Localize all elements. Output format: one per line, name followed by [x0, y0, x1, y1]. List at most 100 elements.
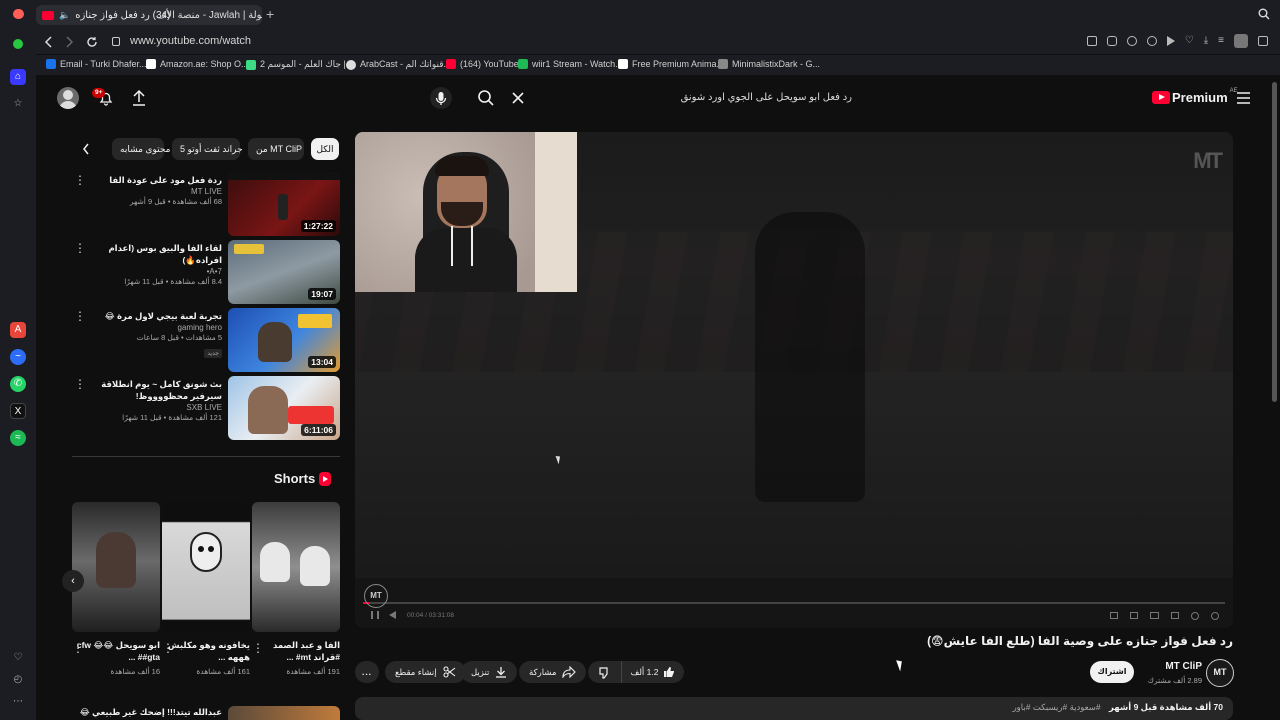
app-launcher-icon[interactable]: A [10, 322, 26, 338]
video-thumbnail[interactable]: 1:27:22 [228, 172, 340, 236]
download-button[interactable]: تنزيل [461, 661, 518, 683]
fullscreen-icon[interactable] [1171, 612, 1179, 619]
bookmark-item[interactable]: Free Premium Anima... [618, 59, 724, 69]
download-icon[interactable]: ⤓ [1204, 36, 1208, 48]
description-box[interactable]: 70 ألف مشاهدة قبل 9 أشهر #سعودية #ريسبكت… [355, 697, 1233, 720]
short-title[interactable]: يخافونه وهو مكلبش هههه ... [162, 639, 250, 663]
bookmark-item[interactable]: wiir1 Stream - Watch... [518, 59, 623, 69]
theater-mode-icon[interactable] [1150, 612, 1159, 619]
bookmark-item[interactable]: Amazon.ae: Shop O... [146, 59, 249, 69]
settings-icon[interactable] [1211, 612, 1219, 620]
short-thumbnail[interactable] [252, 502, 340, 632]
more-actions-icon[interactable]: ⋮ [74, 174, 86, 186]
short-thumbnail[interactable] [162, 502, 250, 632]
progress-bar[interactable] [363, 602, 1225, 604]
account-avatar[interactable] [57, 87, 79, 109]
subscribe-button[interactable]: اشتراك [1090, 661, 1134, 683]
bookmark-item[interactable]: جاك العلم - الموسم 2 |... [246, 59, 353, 70]
whatsapp-icon[interactable]: ✆ [10, 376, 26, 392]
next-recommendation-thumbnail[interactable] [228, 706, 340, 720]
speaker-icon[interactable]: 🔈 [59, 10, 70, 21]
search-input[interactable]: رد فعل ابو سويحل على الجوي اورد شونق [526, 86, 862, 110]
like-button[interactable]: 1.2 ألف [622, 661, 684, 683]
chip-gta5[interactable]: جراند ثفت أوتو 5 [172, 138, 243, 160]
bookmark-item[interactable]: MinimalistixDark - G... [718, 59, 820, 69]
video-thumbnail[interactable]: 6:11:06 [228, 376, 340, 440]
short-title[interactable]: ابو سويحل 😂😂 cfw #gta# ... [72, 639, 160, 663]
new-tab-icon[interactable]: + [266, 7, 280, 21]
channel-avatar[interactable]: MT [1206, 659, 1234, 687]
bookmark-item[interactable]: Email - Turki Dhafer... [46, 59, 147, 69]
next-recommendation-peek[interactable]: عبدالله تيتد!!! إضحك غير طبيعي 😂 [72, 704, 340, 720]
star-icon[interactable]: ☆ [10, 96, 26, 112]
clip-button[interactable]: إنشاء مقطع [385, 661, 466, 683]
tab-search-icon[interactable] [1258, 8, 1270, 20]
recommendation-channel[interactable]: A•7• [82, 267, 222, 276]
video-thumbnail[interactable]: 13:04 [228, 308, 340, 372]
more-icon[interactable]: ⋯ [10, 694, 26, 710]
play-icon[interactable] [1166, 36, 1175, 46]
history-icon[interactable]: ◴ [10, 672, 26, 688]
more-actions-icon[interactable]: ⋮ [252, 641, 264, 655]
more-actions-icon[interactable]: ⋮ [74, 378, 86, 390]
voice-search-icon[interactable] [430, 87, 452, 109]
description-hashtags[interactable]: #سعودية #ريسبكت #باور [1013, 702, 1101, 712]
more-actions-icon[interactable]: ⋮ [74, 310, 86, 322]
chip-similar[interactable]: محتوى مشابه [112, 138, 170, 160]
upload-icon[interactable] [132, 90, 146, 106]
zoom-window-dot[interactable] [13, 39, 23, 49]
menu-icon[interactable]: ≡ [1218, 36, 1224, 48]
more-actions-icon[interactable]: ⋮ [162, 641, 174, 655]
search-button-icon[interactable] [477, 89, 495, 107]
close-window-dot[interactable] [13, 9, 23, 19]
guide-menu-icon[interactable] [1237, 92, 1250, 104]
extension-icon[interactable] [1126, 36, 1137, 46]
shield-icon[interactable] [1146, 36, 1157, 46]
video-frame[interactable]: MT [355, 132, 1233, 578]
back-icon[interactable] [44, 36, 54, 48]
dislike-button[interactable] [588, 661, 622, 683]
recommendation-channel[interactable]: SXB LIVE [82, 403, 222, 412]
shorts-previous-button[interactable]: ‹ [62, 570, 84, 592]
video-thumbnail[interactable]: 19:07 [228, 240, 340, 304]
spotify-icon[interactable]: ≈ [10, 430, 26, 446]
chip-all[interactable]: الكل [311, 138, 339, 160]
x-icon[interactable]: X [10, 403, 26, 419]
miniplayer-icon[interactable] [1110, 612, 1118, 619]
page-scrollbar[interactable] [1268, 76, 1280, 720]
channel-name[interactable]: MT CliP [1165, 661, 1202, 672]
channel-watermark[interactable]: MT [1193, 148, 1223, 174]
cast-icon[interactable] [1130, 612, 1138, 619]
profile-avatar-icon[interactable] [1234, 34, 1248, 48]
share-page-icon[interactable] [1086, 36, 1097, 46]
lock-icon[interactable] [112, 37, 120, 46]
recommendation-item[interactable]: 19:07 لقاء الفا والبيق بوس (اعدام افراده… [70, 240, 340, 304]
autoplay-icon[interactable] [1191, 612, 1199, 620]
short-thumbnail[interactable] [72, 502, 160, 632]
recommendation-item[interactable]: 6:11:06 بث شونق كامل ~ يوم انطلاقة سيرفي… [70, 376, 340, 440]
bookmark-item[interactable]: ArabCast - قنواتك الم... [346, 59, 451, 70]
favorite-icon[interactable]: ♡ [1185, 36, 1194, 48]
clear-search-icon[interactable] [512, 92, 524, 104]
scrollbar-thumb[interactable] [1272, 82, 1277, 402]
pause-icon[interactable] [371, 611, 379, 619]
messenger-icon[interactable]: ~ [10, 349, 26, 365]
share-button[interactable]: مشاركة [519, 661, 587, 683]
heart-icon[interactable]: ♡ [10, 650, 26, 666]
url-field[interactable]: www.youtube.com/watch [130, 35, 251, 47]
more-actions-icon[interactable]: ⋮ [74, 242, 86, 254]
reload-icon[interactable] [86, 36, 98, 48]
recommendation-item[interactable]: 13:04 تجربة لعبة بيجي لاول مرة 😂 gaming … [70, 308, 340, 372]
channel-branding-logo[interactable]: MT [364, 584, 388, 608]
bookmark-item[interactable]: (164) YouTube [446, 59, 519, 69]
recommendation-item[interactable]: 1:27:22 ردة فعل مود على عودة الفا MT LIV… [70, 172, 340, 236]
more-actions-button[interactable]: ... [355, 661, 379, 683]
forward-icon[interactable] [64, 36, 74, 48]
more-actions-icon[interactable]: ⋮ [72, 641, 84, 655]
home-icon[interactable]: ⌂ [10, 69, 26, 85]
chip-from-channel[interactable]: من MT CliP [248, 138, 304, 160]
volume-icon[interactable] [389, 611, 396, 619]
video-player[interactable]: MT 00:04 / 03:31:08 MT [355, 132, 1233, 628]
recommendation-channel[interactable]: gaming hero [82, 323, 222, 332]
sidebar-toggle-icon[interactable] [1258, 36, 1268, 46]
